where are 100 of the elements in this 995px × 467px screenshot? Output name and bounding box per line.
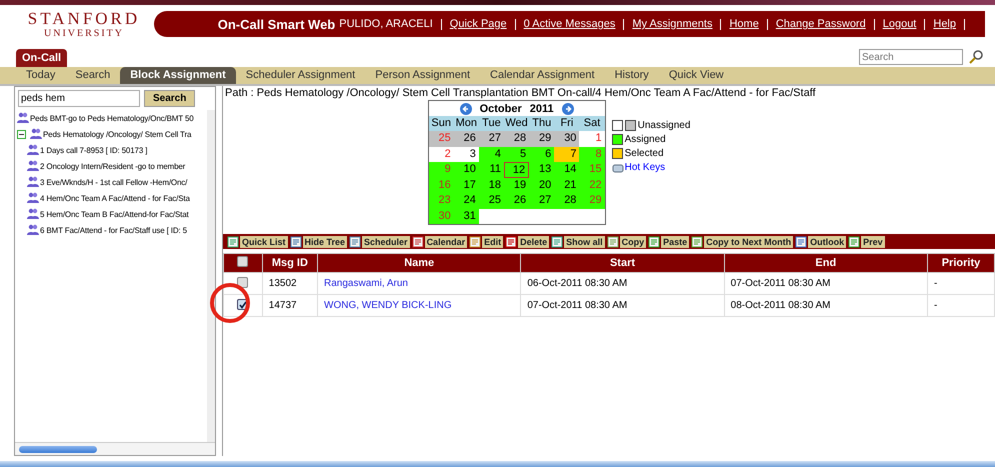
toolbar-button[interactable]: Scheduler bbox=[362, 236, 410, 248]
nav-tab[interactable]: Quick View bbox=[658, 67, 734, 84]
on-call-tab[interactable]: On-Call bbox=[16, 49, 68, 67]
calendar-day[interactable]: 7 bbox=[554, 146, 580, 162]
tree-item[interactable]: 3 Eve/Wknds/H - 1st call Fellow -Hem/Onc/ bbox=[40, 178, 188, 186]
calendar-day[interactable]: 30 bbox=[554, 131, 580, 146]
calendar-day[interactable]: 27 bbox=[529, 193, 554, 208]
calendar-day[interactable]: 27 bbox=[478, 131, 504, 146]
calendar-day[interactable]: 19 bbox=[504, 178, 530, 193]
collapse-icon[interactable] bbox=[17, 130, 26, 138]
calendar-day[interactable]: 28 bbox=[554, 193, 580, 208]
header-link[interactable]: Quick Page bbox=[450, 18, 507, 30]
scrollbar-track[interactable] bbox=[207, 110, 215, 442]
checkbox[interactable] bbox=[237, 256, 248, 267]
table-cell: - bbox=[927, 294, 994, 316]
tree-item[interactable]: 5 Hem/Onc Team B Fac/Attend-for Fac/Stat bbox=[40, 210, 189, 218]
calendar-day[interactable]: 21 bbox=[554, 178, 580, 193]
header-link[interactable]: My Assignments bbox=[632, 18, 712, 30]
nav-tab[interactable]: Scheduler Assignment bbox=[236, 67, 366, 84]
calendar-day[interactable]: 30 bbox=[428, 208, 454, 224]
calendar-day[interactable]: 8 bbox=[579, 146, 605, 162]
calendar-day[interactable]: 26 bbox=[504, 193, 530, 208]
calendar-day[interactable]: 23 bbox=[428, 193, 454, 208]
search-field[interactable]: Search bbox=[859, 49, 963, 65]
calendar-day[interactable]: 20 bbox=[529, 178, 554, 193]
calendar-day[interactable]: 9 bbox=[428, 162, 454, 178]
people-icon bbox=[27, 160, 39, 172]
name-link[interactable]: WONG, WENDY BICK-LING bbox=[318, 294, 521, 316]
header-link[interactable]: 0 Active Messages bbox=[524, 18, 616, 30]
toolbar-button[interactable]: Copy bbox=[620, 236, 646, 248]
toolbar-icon bbox=[505, 236, 518, 248]
calendar-day[interactable]: 17 bbox=[454, 178, 479, 193]
next-month-icon[interactable] bbox=[562, 102, 574, 114]
tree-item[interactable]: 2 Oncology Intern/Resident -go to member bbox=[40, 162, 186, 170]
calendar-day[interactable]: 15 bbox=[579, 162, 605, 178]
table-cell: 07-Oct-2011 08:30 AM bbox=[724, 272, 928, 294]
people-icon bbox=[27, 192, 39, 204]
tree-item[interactable]: 1 Days call 7-8953 [ ID: 50173 ] bbox=[40, 146, 148, 154]
path-text: Path : Peds Hematology /Oncology/ Stem Cell Transplantation BMT On-call/4 Hem/Onc Team A Fac/Attend - for Fac/Staff bbox=[224, 86, 817, 100]
toolbar-button[interactable]: Show all bbox=[564, 236, 605, 248]
toolbar-button[interactable]: Copy to Next Month bbox=[704, 236, 794, 248]
toolbar-icon bbox=[691, 236, 704, 248]
search-button[interactable]: Search bbox=[144, 90, 196, 107]
calendar-day[interactable]: 12 bbox=[504, 162, 530, 178]
calendar-day[interactable]: 14 bbox=[554, 162, 580, 178]
calendar-day[interactable]: 24 bbox=[454, 193, 479, 208]
calendar-day[interactable]: 10 bbox=[454, 162, 479, 178]
nav-tab[interactable]: Search bbox=[65, 67, 120, 84]
calendar-day[interactable]: 29 bbox=[529, 131, 554, 146]
calendar-day[interactable]: 26 bbox=[454, 131, 479, 146]
calendar-day[interactable]: 28 bbox=[504, 131, 530, 146]
toolbar-button[interactable]: Edit bbox=[482, 236, 504, 248]
search-icon[interactable] bbox=[969, 50, 983, 64]
toolbar-button[interactable]: Paste bbox=[661, 236, 690, 248]
nav-tab[interactable]: History bbox=[604, 67, 659, 84]
toolbar-button[interactable]: Quick List bbox=[240, 236, 288, 248]
header-link[interactable]: Help bbox=[933, 18, 956, 30]
table-cell: 14737 bbox=[262, 294, 318, 316]
calendar-day[interactable]: 25 bbox=[478, 193, 504, 208]
toolbar-button[interactable]: Outlook bbox=[808, 236, 846, 248]
user-name: PULIDO, ARACELI bbox=[339, 18, 433, 30]
header-link[interactable]: Logout bbox=[882, 18, 916, 30]
scrollbar-thumb[interactable] bbox=[0, 461, 995, 467]
calendar-month: October bbox=[480, 102, 522, 114]
header-link[interactable]: Home bbox=[729, 18, 759, 30]
legend-label: Unassigned bbox=[638, 120, 690, 131]
calendar-day[interactable]: 5 bbox=[504, 146, 530, 162]
toolbar-button[interactable]: Calendar bbox=[424, 236, 468, 248]
nav-tab[interactable]: Person Assignment bbox=[365, 67, 480, 84]
table-cell: - bbox=[927, 272, 994, 294]
scrollbar-thumb[interactable] bbox=[19, 446, 97, 452]
toolbar-button[interactable]: Hide Tree bbox=[302, 236, 348, 248]
calendar-day[interactable]: 29 bbox=[579, 193, 605, 208]
tree-item[interactable]: 6 BMT Fac/Attend - for Fac/Staff use [ ID: 5 bbox=[40, 226, 187, 234]
toolbar-button[interactable]: Delete bbox=[518, 236, 550, 248]
name-link[interactable]: Rangaswami, Arun bbox=[318, 272, 521, 294]
tree-item[interactable]: Peds Hematology /Oncology/ Stem Cell Tra bbox=[43, 130, 192, 138]
calendar-day[interactable]: 31 bbox=[454, 208, 479, 224]
people-icon bbox=[27, 144, 39, 156]
calendar-day[interactable]: 16 bbox=[428, 178, 454, 193]
column-header: Msg ID bbox=[262, 254, 318, 272]
nav-tab[interactable]: Today bbox=[16, 67, 66, 84]
nav-tab[interactable]: Calendar Assignment bbox=[480, 67, 605, 84]
tree-search-field[interactable]: peds hem bbox=[18, 90, 140, 107]
calendar-day[interactable]: 22 bbox=[579, 178, 605, 193]
hot-keys-link[interactable]: Hot Keys bbox=[612, 162, 690, 173]
tree-item[interactable]: Peds BMT-go to Peds Hematology/Onc/BMT 50 bbox=[30, 114, 194, 122]
column-header: Priority bbox=[927, 254, 994, 272]
checkbox[interactable] bbox=[237, 276, 248, 288]
toolbar-icon bbox=[349, 236, 362, 248]
toolbar-button[interactable]: Prev bbox=[861, 236, 885, 248]
nav-tab[interactable]: Block Assignment bbox=[120, 67, 236, 84]
calendar-day[interactable]: 11 bbox=[478, 162, 504, 178]
prev-month-icon[interactable] bbox=[460, 102, 472, 114]
keyboard-icon bbox=[612, 162, 624, 172]
calendar-day[interactable]: 6 bbox=[529, 146, 554, 162]
weekday-label: Fri bbox=[554, 116, 580, 131]
header-link[interactable]: Change Password bbox=[776, 18, 866, 30]
tree-item[interactable]: 4 Hem/Onc Team A Fac/Attend - for Fac/Sta bbox=[40, 194, 190, 202]
calendar-day[interactable]: 13 bbox=[529, 162, 554, 178]
